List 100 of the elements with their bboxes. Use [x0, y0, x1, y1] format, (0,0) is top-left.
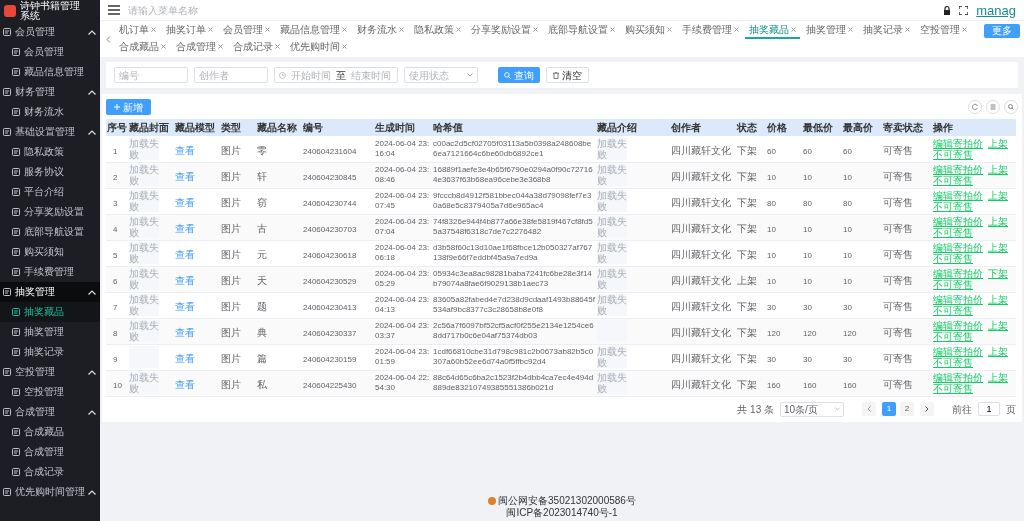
menu-item[interactable]: 服务协议	[0, 162, 100, 182]
menu-item[interactable]: 抽奖藏品	[0, 302, 100, 322]
search-button[interactable]: 查询	[498, 67, 540, 83]
view-link[interactable]: 查看	[175, 144, 195, 156]
close-icon[interactable]	[734, 27, 739, 32]
close-icon[interactable]	[151, 27, 156, 32]
view-link[interactable]: 查看	[175, 379, 195, 390]
tab[interactable]: 隐私政策	[410, 22, 465, 39]
action-link[interactable]: 上架	[988, 137, 1008, 149]
menu-item[interactable]: 抽奖记录	[0, 342, 100, 362]
action-link[interactable]: 编辑寄拍价	[933, 346, 983, 357]
tab[interactable]: 底部导航设置	[544, 22, 619, 39]
tab[interactable]: 会员管理	[219, 22, 274, 39]
tab[interactable]: 手续费管理	[678, 22, 743, 39]
view-link[interactable]: 查看	[175, 197, 195, 208]
close-icon[interactable]	[161, 44, 166, 49]
tab[interactable]: 购买须知	[621, 22, 676, 39]
view-link[interactable]: 查看	[175, 249, 195, 260]
status-select[interactable]: 使用状态	[404, 67, 478, 83]
add-button[interactable]: 新增	[106, 99, 151, 115]
action-link[interactable]: 上架	[988, 346, 1008, 357]
date-range-field[interactable]: 开始时间 至 结束时间	[274, 67, 398, 83]
clear-button[interactable]: 清空	[546, 67, 589, 83]
action-link[interactable]: 不可寄售	[933, 253, 973, 264]
action-link[interactable]: 不可寄售	[933, 148, 973, 160]
page-button[interactable]: 2	[900, 402, 914, 416]
menu-group[interactable]: 财务管理	[0, 82, 100, 102]
columns-icon[interactable]	[986, 100, 1000, 114]
tab[interactable]: 抽奖订单	[162, 22, 217, 39]
menu-item[interactable]: 分享奖励设置	[0, 202, 100, 222]
menu-item[interactable]: 合成藏品	[0, 422, 100, 442]
menu-group[interactable]: 抽奖管理	[0, 282, 100, 302]
menu-group[interactable]: 基础设置管理	[0, 122, 100, 142]
close-icon[interactable]	[218, 44, 223, 49]
close-icon[interactable]	[456, 27, 461, 32]
close-icon[interactable]	[399, 27, 404, 32]
menu-item[interactable]: 隐私政策	[0, 142, 100, 162]
menu-group[interactable]: 空投管理	[0, 362, 100, 382]
menu-item[interactable]: 合成管理	[0, 442, 100, 462]
tab[interactable]: 空投管理	[916, 22, 971, 39]
close-icon[interactable]	[208, 27, 213, 32]
prev-page-button[interactable]	[862, 402, 876, 416]
tab[interactable]: 合成管理	[172, 39, 227, 56]
chevron-left-icon[interactable]	[106, 35, 111, 43]
next-page-button[interactable]	[920, 402, 934, 416]
menu-item[interactable]: 抽奖管理	[0, 322, 100, 342]
tab[interactable]: 机订单	[115, 22, 160, 39]
menu-item[interactable]: 底部导航设置	[0, 222, 100, 242]
fullscreen-icon[interactable]	[959, 5, 969, 15]
lock-icon[interactable]	[943, 5, 952, 15]
tab[interactable]: 合成藏品	[115, 39, 170, 56]
close-icon[interactable]	[791, 27, 796, 32]
action-link[interactable]: 编辑寄拍价	[933, 294, 983, 305]
menu-item[interactable]: 购买须知	[0, 242, 100, 262]
tab[interactable]: 合成记录	[229, 39, 284, 56]
view-link[interactable]: 查看	[175, 353, 195, 364]
menu-item[interactable]: 合成记录	[0, 462, 100, 482]
tab[interactable]: 抽奖管理	[802, 22, 857, 39]
action-link[interactable]: 编辑寄拍价	[933, 137, 983, 149]
view-link[interactable]: 查看	[175, 327, 195, 338]
close-icon[interactable]	[962, 27, 967, 32]
close-icon[interactable]	[265, 27, 270, 32]
tab[interactable]: 优先购时间	[286, 39, 351, 56]
action-link[interactable]: 不可寄售	[933, 305, 973, 316]
action-link[interactable]: 上架	[988, 242, 1008, 253]
close-icon[interactable]	[533, 27, 538, 32]
view-link[interactable]: 查看	[175, 275, 195, 286]
tab[interactable]: 藏品信息管理	[276, 22, 351, 39]
menu-item[interactable]: 手续费管理	[0, 262, 100, 282]
menu-icon[interactable]	[108, 5, 120, 15]
close-icon[interactable]	[342, 44, 347, 49]
refresh-icon[interactable]	[968, 100, 982, 114]
menu-item[interactable]: 会员管理	[0, 42, 100, 62]
page-field[interactable]: 1	[978, 402, 1000, 416]
close-icon[interactable]	[905, 27, 910, 32]
code-field[interactable]: 编号	[114, 67, 188, 83]
tab[interactable]: 财务流水	[353, 22, 408, 39]
page-size-select[interactable]: 10条/页	[780, 401, 844, 417]
search-icon[interactable]	[1004, 100, 1018, 114]
page-button[interactable]: 1	[882, 402, 896, 416]
tab[interactable]: 抽奖藏品	[745, 22, 800, 39]
creator-field[interactable]: 创作者	[194, 67, 268, 83]
action-link[interactable]: 上架	[988, 294, 1008, 305]
close-icon[interactable]	[848, 27, 853, 32]
close-icon[interactable]	[275, 44, 280, 49]
action-link[interactable]: 不可寄售	[933, 201, 973, 212]
tab[interactable]: 分享奖励设置	[467, 22, 542, 39]
view-link[interactable]: 查看	[175, 223, 195, 234]
action-link[interactable]: 不可寄售	[933, 357, 973, 368]
user-link[interactable]: manag	[976, 3, 1016, 17]
menu-item[interactable]: 平台介绍	[0, 182, 100, 202]
close-icon[interactable]	[667, 27, 672, 32]
menu-group[interactable]: 合成管理	[0, 402, 100, 422]
close-icon[interactable]	[342, 27, 347, 32]
view-link[interactable]: 查看	[175, 301, 195, 312]
search-field[interactable]: 请输入菜单名称	[128, 2, 268, 18]
more-button[interactable]: 更多	[984, 24, 1020, 38]
tab[interactable]: 抽奖记录	[859, 22, 914, 39]
menu-group[interactable]: 会员管理	[0, 22, 100, 42]
close-icon[interactable]	[610, 27, 615, 32]
